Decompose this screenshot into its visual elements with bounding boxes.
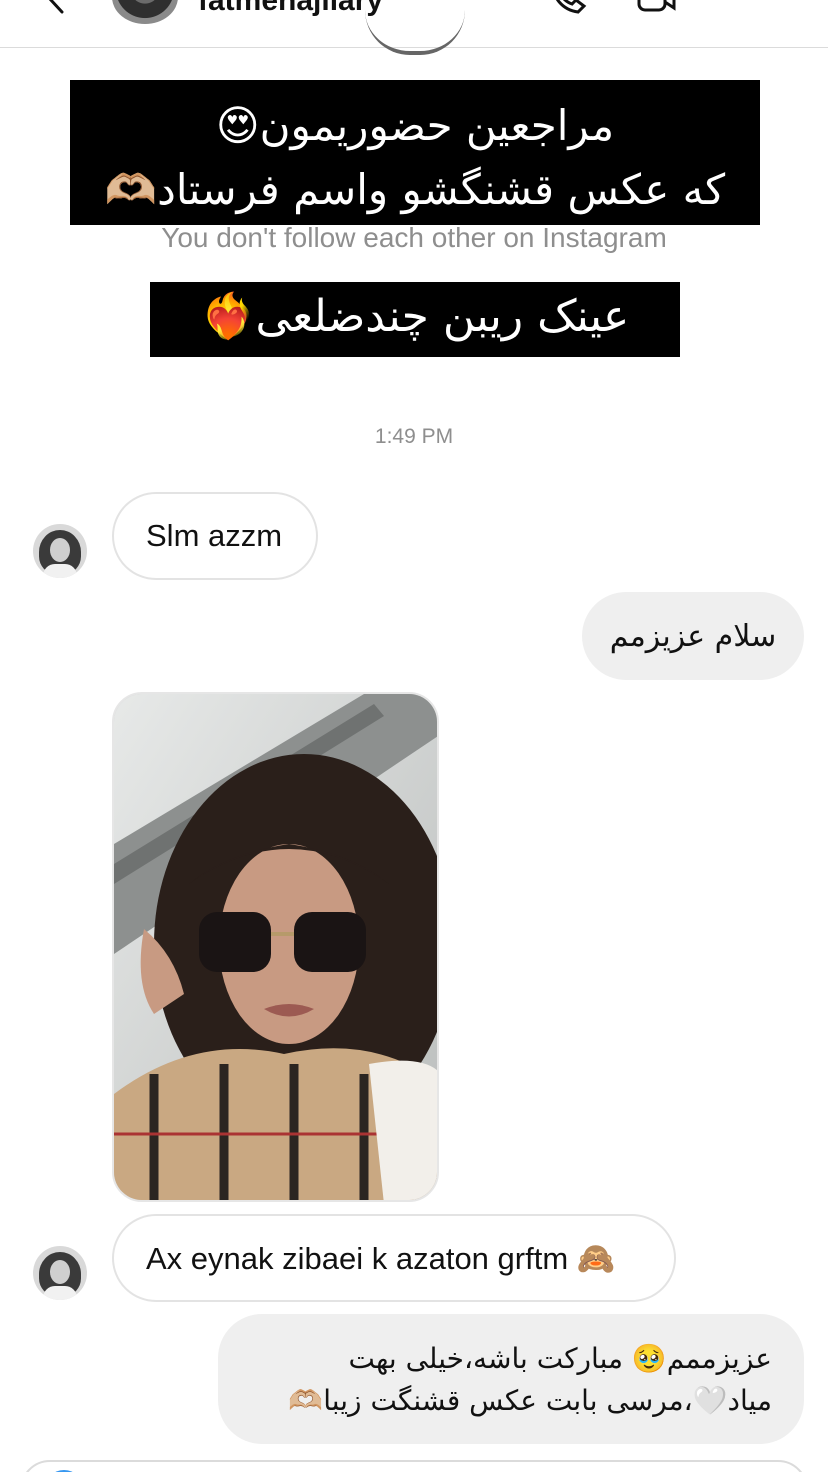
video-camera-icon[interactable] xyxy=(636,0,676,18)
outgoing-message[interactable]: عزیزممم🥹 مبارکت باشه،خیلی بهت میاد🤍،مرسی… xyxy=(218,1314,804,1444)
message-timestamp: 1:49 PM xyxy=(374,425,454,448)
story-banner[interactable]: مراجعین حضوریمون😍 که عکس قشنگشو واسم فرس… xyxy=(70,80,760,225)
flag-icon[interactable] xyxy=(728,0,768,18)
selfie-image xyxy=(114,694,437,1200)
message-text: Slm azzm xyxy=(146,518,283,553)
header-avatar[interactable] xyxy=(112,0,178,24)
incoming-message[interactable]: Slm azzm xyxy=(112,492,318,580)
story-banner-line2: که عکس قشنگشو واسم فرستاد🫶🏼 xyxy=(104,165,726,214)
phone-icon[interactable] xyxy=(548,0,588,18)
sender-avatar[interactable] xyxy=(33,1246,87,1300)
message-text-line1: عزیزممم🥹 مبارکت باشه،خیلی بهت xyxy=(348,1342,773,1375)
message-text-line2: میاد🤍،مرسی بابت عکس قشنگت زیبا🫶🏼 xyxy=(288,1384,772,1417)
follow-notice: You don't follow each other on Instagram xyxy=(161,222,667,253)
incoming-message[interactable]: Ax eynak zibaei k azaton grftm 🙈 xyxy=(112,1214,676,1302)
message-text: Ax eynak zibaei k azaton grftm 🙈 xyxy=(146,1240,616,1276)
sender-avatar[interactable] xyxy=(33,524,87,578)
outgoing-message[interactable]: سلام عزیزمم xyxy=(582,592,804,680)
story-avatar-peek xyxy=(365,10,465,55)
message-composer[interactable] xyxy=(20,1460,808,1472)
story-banner-line1: مراجعین حضوریمون😍 xyxy=(215,101,615,150)
message-text: سلام عزیزمم xyxy=(609,618,777,654)
chevron-left-icon[interactable] xyxy=(40,0,70,16)
shared-photo[interactable] xyxy=(112,692,439,1202)
story-banner-secondary[interactable]: عینک ریبن چندضلعی❤️‍🔥 xyxy=(150,282,680,357)
header-username[interactable]: fatmehajilary xyxy=(198,0,383,18)
